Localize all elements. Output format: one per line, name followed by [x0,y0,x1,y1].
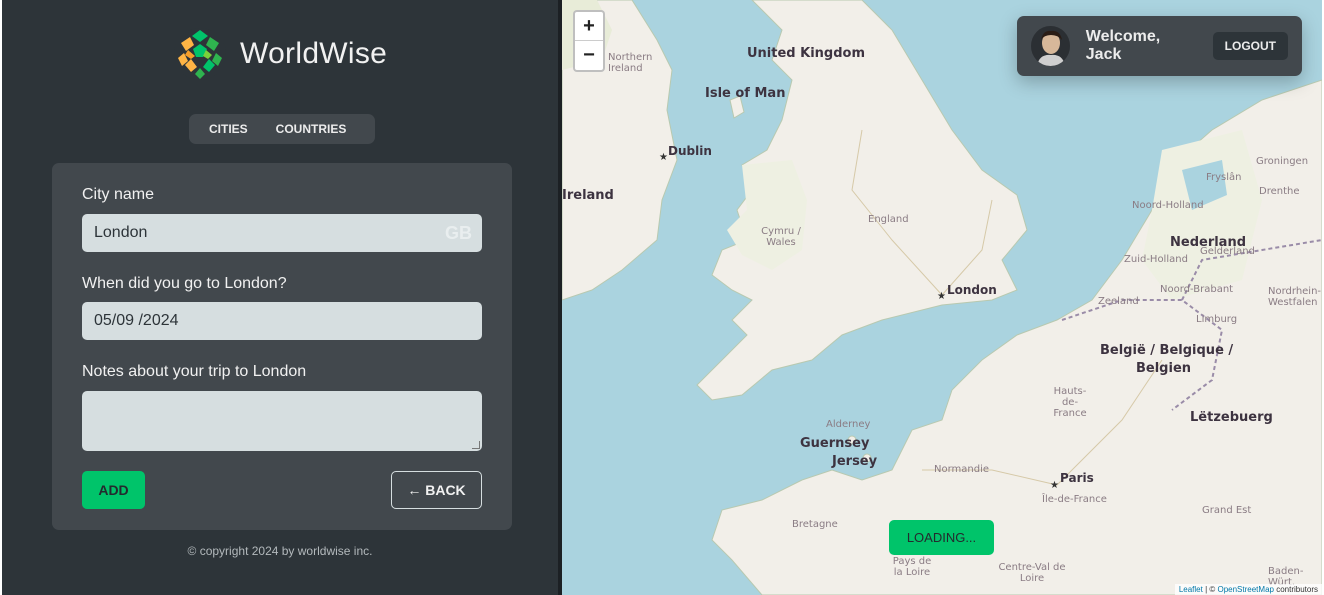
view-tabs: Cities Countries [189,114,375,144]
date-label: When did you go to London? [82,275,287,292]
app-name: WorldWise [240,37,388,70]
user-panel: Welcome, Jack LOGOUT [1017,16,1302,76]
zoom-out-button[interactable]: − [575,41,603,70]
map-label-paris: Paris [1060,471,1094,485]
osm-link[interactable]: OpenStreetMap [1217,585,1273,594]
map-label-london: London [947,283,997,297]
map-label-grand-est: Grand Est [1202,505,1252,516]
map-label-letzebuerg: Lëtzebuerg [1190,410,1273,425]
map[interactable]: United Kingdom Northern Ireland Isle of … [562,0,1322,595]
map-label-drenthe: Drenthe [1259,186,1300,197]
city-name-input[interactable]: London GB [82,214,482,252]
tab-cities[interactable]: Cities [195,122,262,136]
add-city-form: City name London GB When did you go to L… [52,163,512,530]
map-label-noord-holland: Noord-Holland [1132,200,1204,211]
map-label-wales: Cymru / Wales [761,226,801,248]
leaflet-link[interactable]: Leaflet [1179,585,1203,594]
map-label-limburg: Limburg [1196,314,1238,325]
sidebar: WorldWise Cities Countries City name Lon… [2,0,558,595]
map-attribution: Leaflet | © OpenStreetMap contributors [1174,584,1322,595]
map-label-guernsey: Guernsey [800,436,870,451]
map-label-zeeland: Zeeland [1098,296,1139,307]
back-button[interactable]: ← BACK [391,471,482,509]
city-marker-icon: ★ [1050,480,1059,491]
map-label-ile-de-france: Île-de-France [1042,494,1107,505]
city-name-label: City name [82,186,155,203]
map-label-ireland: Ireland [562,188,614,203]
date-input[interactable]: 05/09 /2024 [82,302,482,340]
map-label-hauts-de-france: Hauts-de-France [1053,386,1087,419]
logout-button[interactable]: LOGOUT [1212,32,1288,60]
copyright: © copyright 2024 by worldwise inc. [187,544,373,558]
zoom-control: + − [573,10,605,72]
map-label-centre-val-de-loire: Centre-Val de Loire [998,562,1066,584]
map-label-bretagne: Bretagne [792,519,838,530]
map-label-alderney: Alderney [826,419,871,430]
city-marker-icon: ★ [937,291,946,302]
map-label-normandie: Normandie [934,464,990,475]
date-value: 05/09 /2024 [94,312,179,329]
resize-grip-icon[interactable] [472,441,480,449]
map-label-northern-ireland: Northern Ireland [608,52,653,74]
map-label-england: England [868,214,909,225]
user-avatar-icon [1031,26,1070,66]
app-logo[interactable]: WorldWise [172,26,387,82]
city-marker-icon: ★ [659,152,668,163]
attribution-separator: | © [1202,585,1218,594]
worldwise-logo-icon [174,28,226,80]
map-label-friesland: Fryslân [1206,172,1242,183]
map-label-jersey: Jersey [832,454,878,469]
map-label-dublin: Dublin [668,144,712,158]
map-label-noord-brabant: Noord-Brabant [1160,284,1234,295]
avatar [1031,26,1070,66]
city-name-value: London [94,224,148,241]
country-flag: GB [445,223,472,243]
map-label-groningen: Groningen [1256,156,1309,167]
map-label-isle-of-man: Isle of Man [705,86,786,101]
notes-label: Notes about your trip to London [82,363,307,380]
welcome-text: Welcome, Jack [1085,28,1161,63]
map-label-belgien: Belgien [1136,361,1192,376]
map-label-belgie: België / Belgique / [1100,343,1234,358]
map-label-zuid-holland: Zuid-Holland [1124,254,1188,265]
map-label-gelderland: Gelderland [1200,246,1255,257]
loading-indicator: LOADING... [889,520,994,555]
tab-countries[interactable]: Countries [262,122,361,136]
notes-textarea[interactable] [82,391,482,451]
map-label-nordrhein: Nordrhein-Westfalen [1268,286,1322,308]
zoom-in-button[interactable]: + [575,12,603,41]
map-label-pays-de-la-loire: Pays de la Loire [892,556,932,578]
add-button[interactable]: ADD [82,471,145,509]
map-label-uk: United Kingdom [747,46,866,61]
attribution-tail: contributors [1273,585,1318,594]
